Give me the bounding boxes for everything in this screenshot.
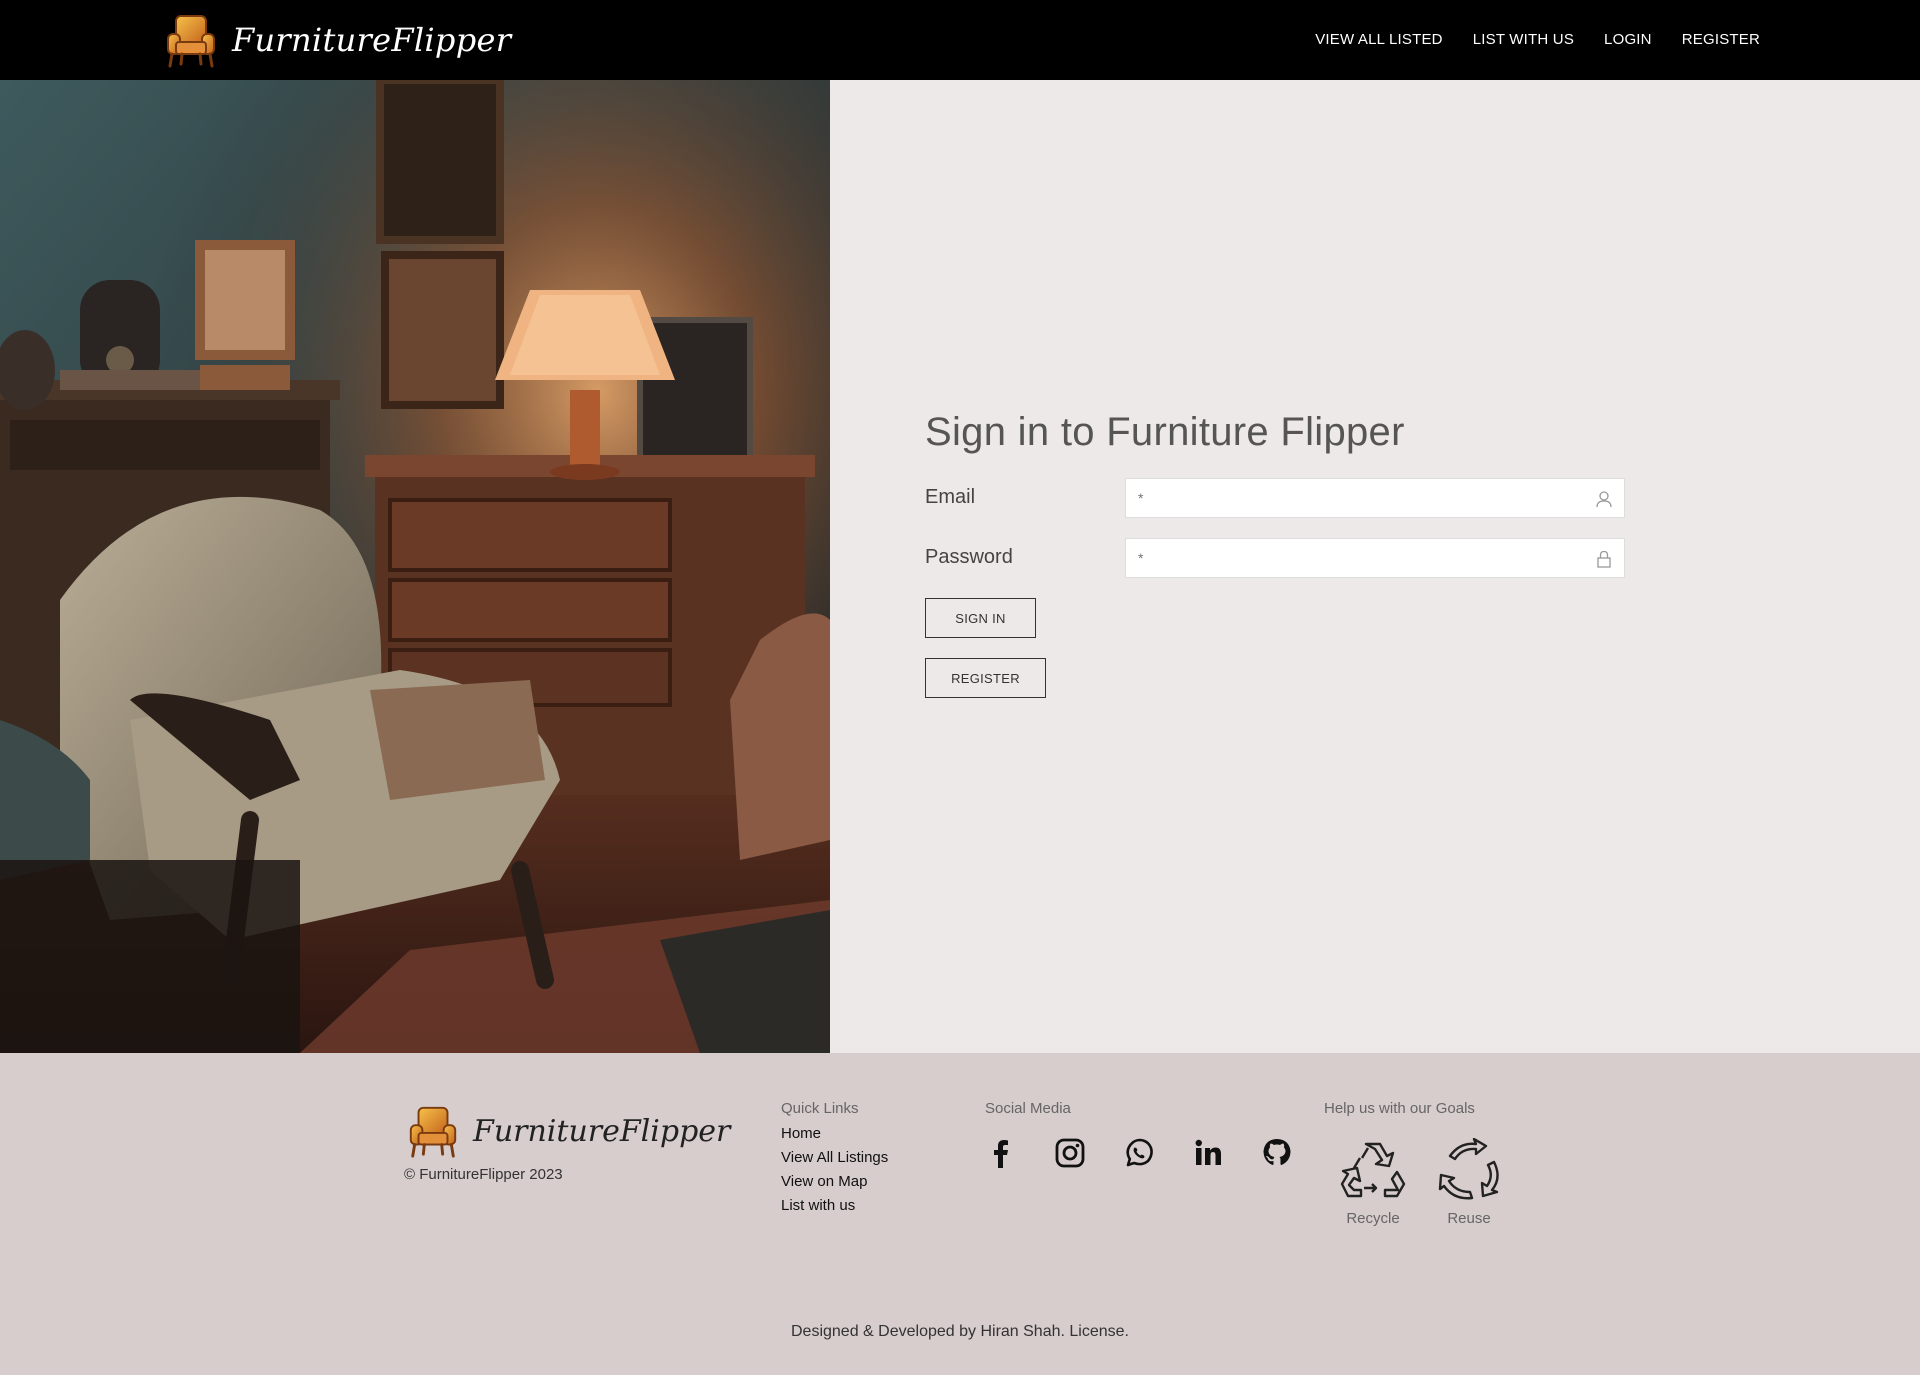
email-row: Email	[925, 478, 1625, 518]
signin-title: Sign in to Furniture Flipper	[925, 410, 1405, 454]
hero-section: Sign in to Furniture Flipper Email Passw…	[0, 80, 1920, 1053]
recycle-icon	[1340, 1142, 1406, 1198]
goal-reuse-label: Reuse	[1447, 1210, 1491, 1227]
reuse-icon	[1438, 1138, 1499, 1200]
github-icon[interactable]	[1260, 1136, 1294, 1170]
whatsapp-icon[interactable]	[1122, 1136, 1156, 1170]
goals-title: Help us with our Goals	[1324, 1100, 1475, 1117]
nav-view-all-listed[interactable]: VIEW ALL LISTED	[1315, 31, 1443, 48]
email-label: Email	[925, 486, 976, 508]
password-row: Password	[925, 538, 1625, 578]
register-button[interactable]: REGISTER	[925, 658, 1046, 698]
signin-button[interactable]: SIGN IN	[925, 598, 1036, 638]
copyright-text: © FurnitureFlipper 2023	[404, 1166, 563, 1183]
goal-recycle: Recycle	[1338, 1138, 1408, 1227]
footer-link-view-all-listings[interactable]: View All Listings	[781, 1149, 888, 1167]
goal-recycle-label: Recycle	[1346, 1210, 1400, 1227]
goal-reuse: Reuse	[1434, 1138, 1504, 1227]
nav-menu: VIEW ALL LISTED LIST WITH US LOGIN REGIS…	[1315, 0, 1760, 78]
email-input-wrap	[1125, 478, 1625, 518]
armchair-logo-icon	[409, 1106, 457, 1158]
footer-link-view-on-map[interactable]: View on Map	[781, 1173, 888, 1191]
footer-brand-name: FurnitureFlipper	[473, 1113, 731, 1149]
footer-brand[interactable]: FurnitureFlipper	[405, 1101, 730, 1161]
vintage-furniture-photo	[0, 80, 830, 1053]
nav-register[interactable]: REGISTER	[1682, 31, 1760, 48]
email-field[interactable]	[1126, 479, 1624, 517]
password-input-wrap	[1125, 538, 1625, 578]
lock-icon	[1597, 550, 1611, 568]
linkedin-icon[interactable]	[1191, 1136, 1225, 1170]
nav-list-with-us[interactable]: LIST WITH US	[1473, 31, 1574, 48]
quick-links-list: Home View All Listings View on Map List …	[781, 1125, 888, 1215]
signin-panel: Sign in to Furniture Flipper Email Passw…	[925, 410, 1625, 698]
social-media-title: Social Media	[985, 1100, 1071, 1117]
navbar: FurnitureFlipper VIEW ALL LISTED LIST WI…	[0, 0, 1920, 80]
brand-logo-link[interactable]: FurnitureFlipper	[162, 10, 511, 70]
nav-login[interactable]: LOGIN	[1604, 31, 1652, 48]
brand-name: FurnitureFlipper	[232, 21, 512, 59]
password-field[interactable]	[1126, 539, 1624, 577]
footer-link-list-with-us[interactable]: List with us	[781, 1197, 888, 1215]
armchair-logo-icon	[167, 15, 215, 68]
footer: FurnitureFlipper © FurnitureFlipper 2023…	[0, 1053, 1920, 1375]
quick-links-title: Quick Links	[781, 1100, 859, 1117]
user-icon	[1596, 491, 1612, 508]
credit-text: Designed & Developed by Hiran Shah. Lice…	[791, 1323, 1129, 1340]
password-label: Password	[925, 546, 1013, 568]
footer-link-home[interactable]: Home	[781, 1125, 888, 1143]
facebook-icon[interactable]	[984, 1136, 1018, 1170]
instagram-icon[interactable]	[1053, 1136, 1087, 1170]
